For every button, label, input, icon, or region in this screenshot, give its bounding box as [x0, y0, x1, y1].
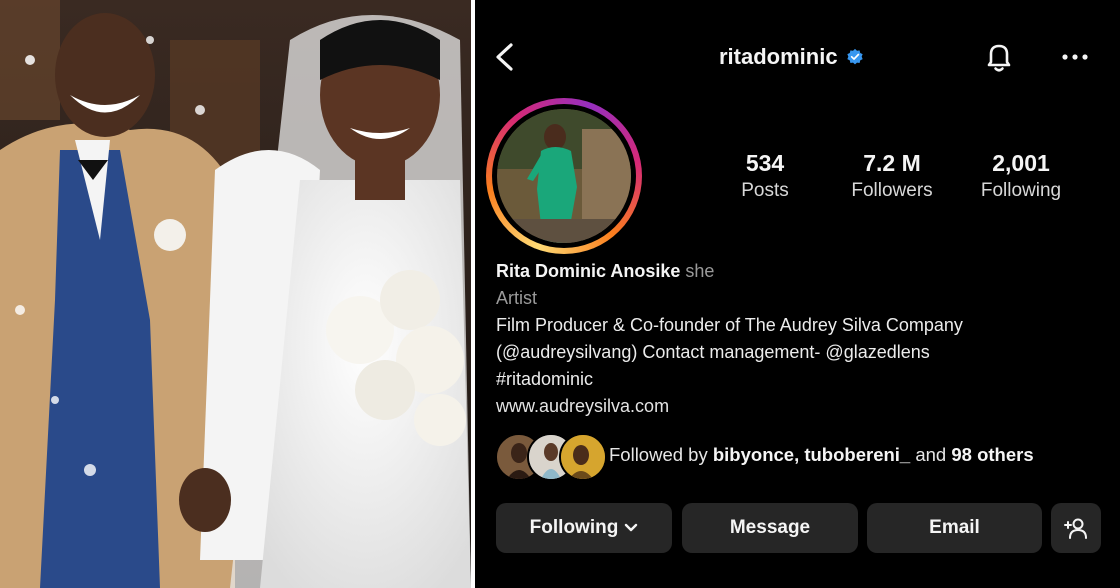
followed-by-row[interactable]: Followed by bibyonce, tubobereni_ and 98…: [495, 433, 1115, 481]
stat-following[interactable]: 2,001 Following: [965, 150, 1077, 202]
following-count: 2,001: [992, 150, 1050, 176]
category: Artist: [496, 288, 538, 308]
display-name: Rita Dominic Anosike: [496, 261, 681, 281]
bio-hashtag[interactable]: #ritadominic: [496, 366, 1106, 393]
instagram-profile: ritadominic 534 Posts 7.2 M Followers 2,…: [475, 0, 1120, 588]
notifications-button[interactable]: [980, 38, 1018, 76]
profile-avatar[interactable]: [486, 98, 642, 254]
more-options-icon: [1062, 54, 1088, 60]
more-options-button[interactable]: [1058, 42, 1092, 72]
posts-count: 534: [745, 150, 785, 176]
suggest-people-button[interactable]: [1051, 503, 1101, 553]
followers-label: Followers: [851, 180, 933, 201]
following-button[interactable]: Following: [496, 503, 672, 553]
followed-by-others: 98 others: [951, 444, 1034, 465]
message-button[interactable]: Message: [682, 503, 858, 553]
bio-line-2[interactable]: (@audreysilvang) Contact management- @gl…: [496, 339, 1106, 366]
username: ritadominic: [719, 44, 838, 69]
back-arrow-icon: [496, 43, 513, 71]
followers-count: 7.2 M: [863, 150, 921, 176]
stat-followers[interactable]: 7.2 M Followers: [835, 150, 949, 202]
email-button-label: Email: [929, 517, 980, 538]
follower-avatar: [559, 433, 607, 481]
email-button[interactable]: Email: [867, 503, 1042, 553]
bio-name-line: Rita Dominic Anosike she: [496, 258, 1106, 285]
avatar-border: [492, 104, 636, 248]
add-person-icon: [1064, 518, 1087, 539]
followed-by-text: Followed by bibyonce, tubobereni_ and 98…: [609, 444, 1034, 466]
posts-label: Posts: [741, 180, 789, 201]
following-button-label: Following: [529, 517, 619, 538]
back-button[interactable]: [489, 40, 523, 74]
followed-by-and: and: [915, 444, 947, 465]
followed-by-names: bibyonce, tubobereni_: [712, 444, 911, 465]
profile-bio: Rita Dominic Anosike she Artist Film Pro…: [496, 258, 1106, 420]
following-label: Following: [980, 180, 1062, 201]
message-button-label: Message: [729, 517, 811, 538]
website-link[interactable]: www.audreysilva.com: [496, 393, 1106, 420]
followed-by-prefix: Followed by: [609, 444, 708, 465]
profile-username-header: ritadominic: [719, 44, 864, 70]
wedding-photo: [0, 0, 471, 588]
chevron-down-icon: [625, 523, 638, 532]
pronoun: she: [685, 261, 715, 281]
bell-icon: [987, 44, 1011, 72]
wedding-photo-illustration: [0, 0, 471, 588]
avatar-image: [497, 109, 631, 243]
avatar-photo-illustration: [497, 109, 631, 243]
verified-badge-icon: [846, 48, 863, 65]
bio-line-1: Film Producer & Co-founder of The Audrey…: [496, 315, 963, 335]
stat-posts[interactable]: 534 Posts: [707, 150, 823, 202]
